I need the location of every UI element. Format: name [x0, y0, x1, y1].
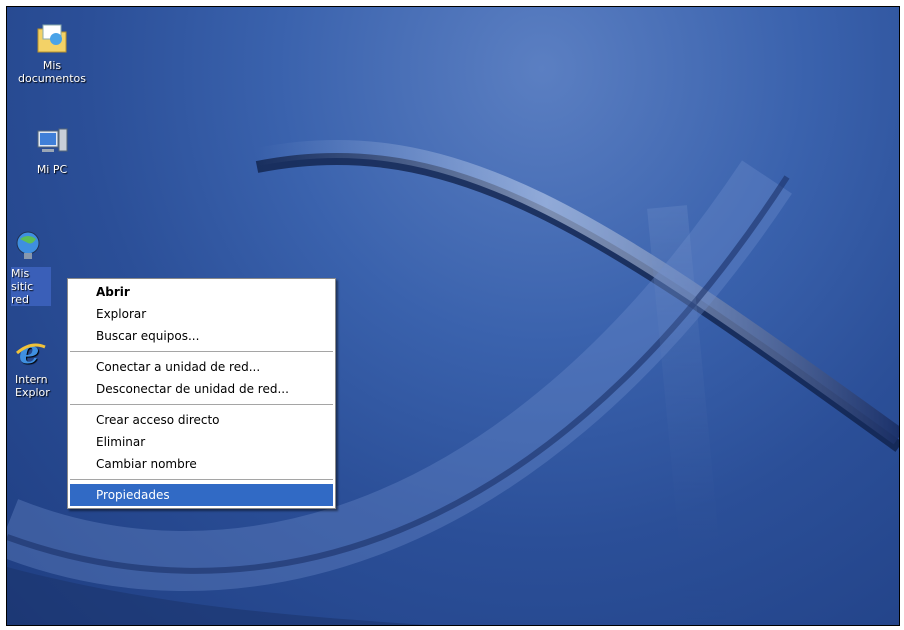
menu-item-crear-acceso-directo[interactable]: Crear acceso directo	[70, 409, 333, 431]
desktop[interactable]: Mis documentos Mi PC Mis sitic red e Int…	[6, 6, 900, 626]
menu-item-explorar[interactable]: Explorar	[70, 303, 333, 325]
icon-label: Mis documentos	[18, 59, 86, 85]
menu-separator	[70, 404, 333, 405]
desktop-icon-mi-pc[interactable]: Mi PC	[12, 125, 92, 176]
network-icon	[16, 231, 40, 259]
computer-icon	[37, 128, 68, 152]
svg-text:e: e	[19, 335, 39, 369]
menu-item-abrir[interactable]: Abrir	[70, 281, 333, 303]
menu-separator	[70, 479, 333, 480]
menu-item-cambiar-nombre[interactable]: Cambiar nombre	[70, 453, 333, 475]
icon-label: Intern Explor	[15, 373, 50, 399]
context-menu: Abrir Explorar Buscar equipos... Conecta…	[67, 278, 336, 509]
folder-icon	[37, 24, 67, 53]
menu-item-eliminar[interactable]: Eliminar	[70, 431, 333, 453]
menu-item-conectar-unidad-red[interactable]: Conectar a unidad de red...	[70, 356, 333, 378]
menu-separator	[70, 351, 333, 352]
internet-explorer-icon: e	[16, 335, 46, 369]
desktop-icon-mis-documentos[interactable]: Mis documentos	[12, 21, 92, 85]
menu-item-desconectar-unidad-red[interactable]: Desconectar de unidad de red...	[70, 378, 333, 400]
icon-label: Mi PC	[36, 163, 68, 176]
icon-label: Mis sitic red	[11, 267, 51, 306]
desktop-icon-mis-sitios-de-red[interactable]: Mis sitic red	[7, 229, 58, 306]
desktop-icon-internet-explorer[interactable]: e Intern Explor	[7, 335, 61, 399]
menu-item-propiedades[interactable]: Propiedades	[70, 484, 333, 506]
menu-item-buscar-equipos[interactable]: Buscar equipos...	[70, 325, 333, 347]
